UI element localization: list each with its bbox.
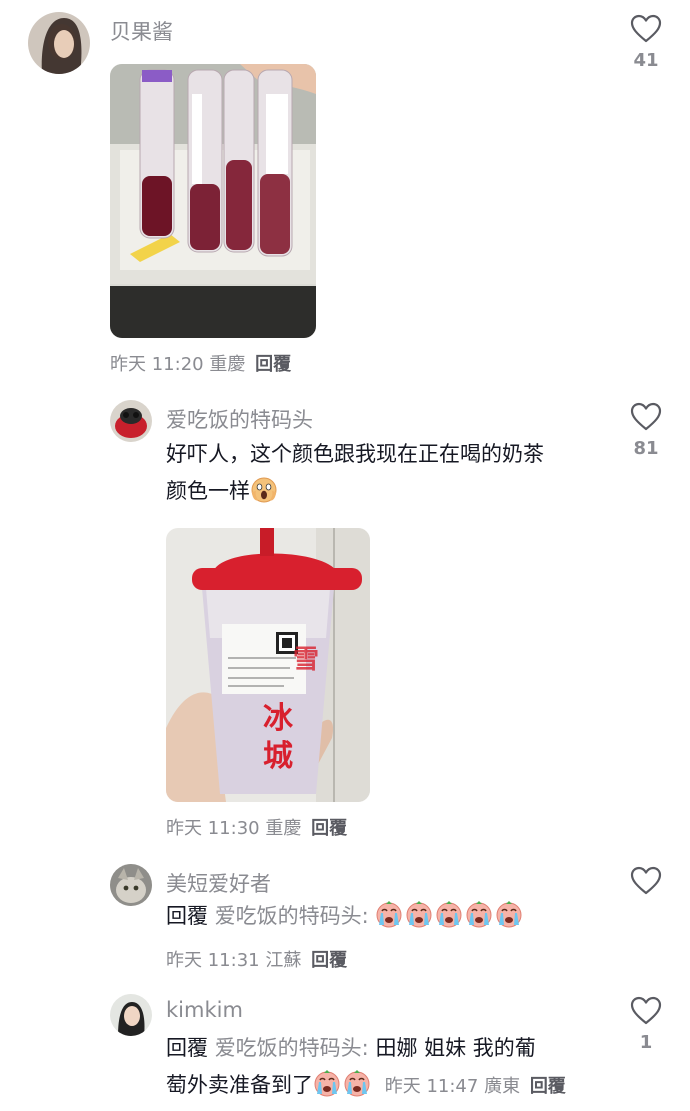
avatar[interactable] <box>28 12 90 74</box>
comment-meta: 昨天 11:47 廣東 回覆 <box>379 1076 566 1097</box>
heart-outline-icon <box>630 14 662 43</box>
comment-location: 廣東 <box>484 1076 521 1097</box>
comment-username[interactable]: 贝果酱 <box>110 16 173 46</box>
reply-prefix: 回覆 <box>166 1036 208 1060</box>
heart-outline-icon <box>630 866 662 895</box>
comment-username[interactable]: kimkim <box>166 998 243 1022</box>
like-button[interactable] <box>626 866 666 896</box>
loudly-crying-emoji <box>343 1070 371 1098</box>
comment-location: 重慶 <box>209 354 246 375</box>
like-count: 81 <box>633 438 659 459</box>
reply-prefix: 回覆 <box>166 904 208 928</box>
mention-link[interactable]: 爱吃饭的特码头: <box>215 904 369 928</box>
like-count: 1 <box>639 1032 653 1053</box>
comment-text-fragment: 萄外卖准备到了 <box>166 1073 313 1097</box>
like-button[interactable]: 41 <box>626 14 666 71</box>
comment-body: 回覆 爱吃饭的特码头: 田娜 姐妹 我的葡 萄外卖准备到了 昨天 11:47 廣… <box>166 1030 616 1105</box>
loudly-crying-emoji <box>405 901 433 929</box>
comment-photo[interactable] <box>110 64 316 338</box>
comment-username[interactable]: 美短爱好者 <box>166 868 271 898</box>
comment-meta: 昨天 11:31 江蘇 回覆 <box>166 946 347 972</box>
loudly-crying-emoji <box>375 901 403 929</box>
emoji-row <box>375 901 525 929</box>
comment-timestamp: 昨天 11:30 <box>166 818 260 839</box>
comment-username[interactable]: 爱吃饭的特码头 <box>166 404 313 434</box>
reply-button[interactable]: 回覆 <box>311 818 347 839</box>
comment-text-line: 回覆 爱吃饭的特码头: 田娜 姐妹 我的葡 <box>166 1030 616 1067</box>
comment-text-line: 颜色一样 <box>166 473 606 510</box>
reply-button[interactable]: 回覆 <box>311 950 347 971</box>
loudly-crying-emoji <box>465 901 493 929</box>
comment-meta: 昨天 11:20 重慶 回覆 <box>110 350 291 376</box>
comment-text-line: 好吓人，这个颜色跟我现在正在喝的奶茶 <box>166 442 544 466</box>
comment-text-line: 萄外卖准备到了 昨天 11:47 廣東 回覆 <box>166 1067 616 1105</box>
like-button[interactable]: 81 <box>626 402 666 459</box>
comment-photo[interactable]: 冰 城 雪 <box>166 528 370 802</box>
reply-button[interactable]: 回覆 <box>530 1076 566 1097</box>
svg-text:冰: 冰 <box>263 701 294 736</box>
like-count: 41 <box>633 50 659 71</box>
avatar[interactable] <box>110 864 152 906</box>
comment-timestamp: 昨天 11:20 <box>110 354 204 375</box>
comment-location: 江蘇 <box>265 950 302 971</box>
svg-text:城: 城 <box>263 739 293 774</box>
reply-button[interactable]: 回覆 <box>255 354 291 375</box>
loudly-crying-emoji <box>495 901 523 929</box>
screaming-face-emoji <box>250 476 278 504</box>
comment-location: 重慶 <box>265 818 302 839</box>
loudly-crying-emoji <box>435 901 463 929</box>
comment-text-fragment: 田娜 姐妹 我的葡 <box>375 1036 536 1060</box>
emoji-row <box>313 1070 373 1098</box>
avatar[interactable] <box>110 994 152 1036</box>
mention-link[interactable]: 爱吃饭的特码头: <box>215 1036 369 1060</box>
svg-text:雪: 雪 <box>293 645 319 675</box>
heart-outline-icon <box>630 996 662 1025</box>
comment-body: 好吓人，这个颜色跟我现在正在喝的奶茶 颜色一样 <box>166 436 606 510</box>
like-button[interactable]: 1 <box>626 996 666 1053</box>
avatar[interactable] <box>110 400 152 442</box>
heart-outline-icon <box>630 402 662 431</box>
comment-meta: 昨天 11:30 重慶 回覆 <box>166 814 347 840</box>
loudly-crying-emoji <box>313 1070 341 1098</box>
comment-body: 回覆 爱吃饭的特码头: <box>166 898 606 935</box>
comment-timestamp: 昨天 11:47 <box>384 1076 479 1097</box>
comment-timestamp: 昨天 11:31 <box>166 950 260 971</box>
